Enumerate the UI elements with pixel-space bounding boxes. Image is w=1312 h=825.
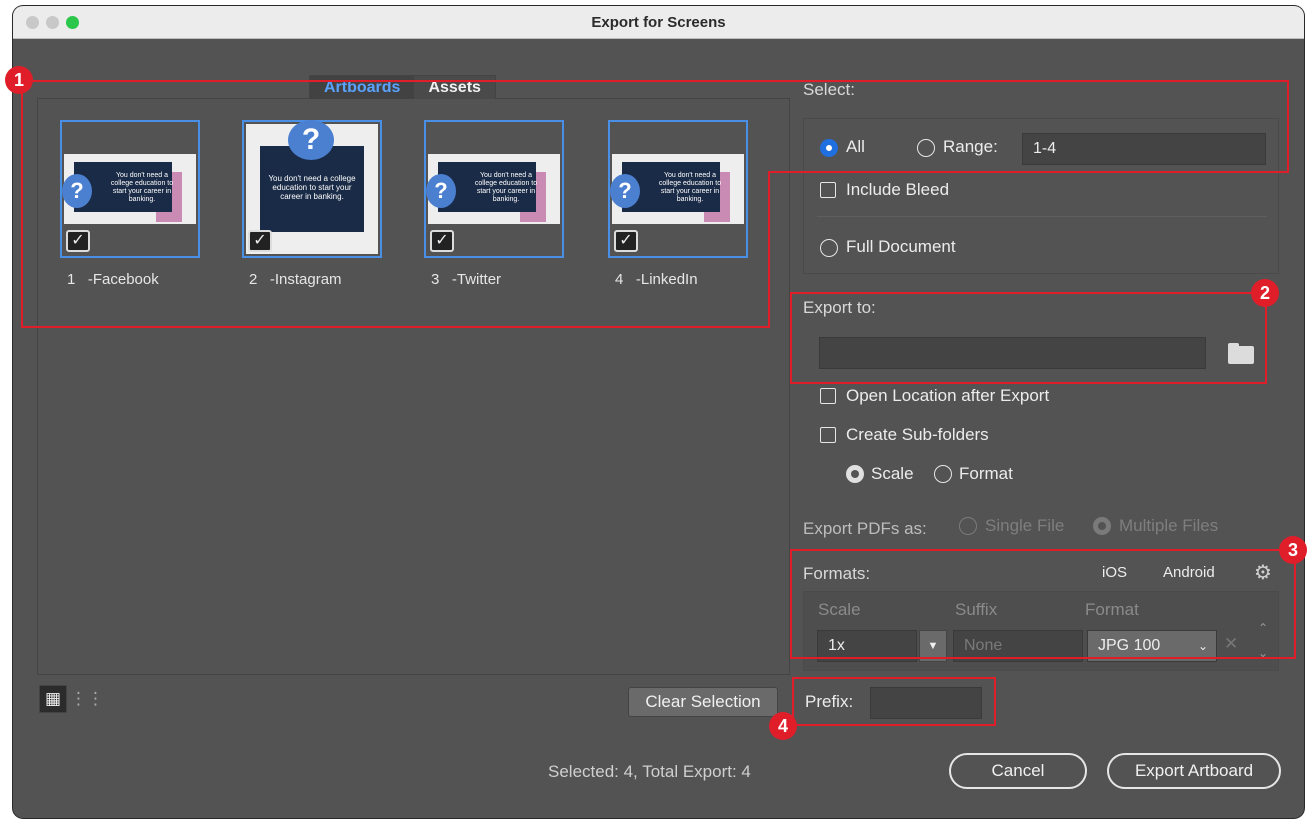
artboard-label-3: 3 -Twitter [431, 271, 502, 288]
multiple-files-label: Multiple Files [1119, 516, 1219, 535]
annotation-badge-2: 2 [1251, 279, 1279, 307]
export-artboard-button[interactable]: Export Artboard [1107, 753, 1281, 789]
export-pdfs-label: Export PDFs as: [803, 519, 927, 538]
subfolder-scale-radio[interactable] [846, 465, 864, 483]
annotation-badge-1: 1 [5, 66, 33, 94]
grid-view-icon[interactable]: ▦ [39, 685, 67, 713]
artboard-checkbox[interactable]: ✓ [66, 230, 90, 252]
list-view-icon[interactable]: ⋮⋮ [69, 685, 104, 713]
annotation-box-3 [790, 549, 1296, 659]
title-bar: Export for Screens [13, 6, 1304, 39]
artboard-checkbox[interactable]: ✓ [430, 230, 454, 252]
create-subfolders-checkbox[interactable] [820, 427, 836, 443]
include-bleed-label: Include Bleed [846, 180, 950, 199]
artboard-label-1: 1 -Facebook [67, 271, 159, 288]
clear-selection-button[interactable]: Clear Selection [628, 687, 778, 717]
open-location-checkbox[interactable] [820, 388, 836, 404]
cancel-button[interactable]: Cancel [949, 753, 1087, 789]
annotation-box-1-step [768, 171, 1289, 173]
include-bleed-checkbox[interactable] [820, 182, 836, 198]
annotation-badge-3: 3 [1279, 536, 1307, 564]
artboard-checkbox[interactable]: ✓ [248, 230, 272, 252]
annotation-box-1-left [21, 80, 23, 328]
subfolder-format-radio[interactable] [934, 465, 952, 483]
full-document-label: Full Document [846, 237, 956, 256]
single-file-radio[interactable] [959, 517, 977, 535]
window-title: Export for Screens [591, 14, 726, 31]
annotation-box-4 [792, 677, 996, 726]
create-subfolders-label: Create Sub-folders [846, 425, 989, 444]
annotation-box-1-top [21, 80, 1289, 173]
open-location-label: Open Location after Export [846, 386, 1050, 405]
selection-status: Selected: 4, Total Export: 4 [548, 762, 751, 781]
subfolder-format-label: Format [959, 464, 1013, 483]
annotation-badge-4: 4 [769, 712, 797, 740]
question-icon: ? [426, 174, 456, 208]
multiple-files-radio[interactable] [1093, 517, 1111, 535]
single-file-label: Single File [985, 516, 1065, 535]
artboard-checkbox[interactable]: ✓ [614, 230, 638, 252]
artboard-label-4: 4 -LinkedIn [615, 271, 698, 288]
question-icon: ? [610, 174, 640, 208]
full-document-radio[interactable] [820, 239, 838, 257]
question-icon: ? [62, 174, 92, 208]
artboard-label-2: 2 -Instagram [249, 271, 342, 288]
annotation-box-1-bottom [21, 326, 770, 328]
annotation-box-2 [790, 292, 1267, 384]
annotation-box-1-inner [768, 171, 770, 328]
divider [817, 216, 1267, 217]
subfolder-scale-label: Scale [871, 464, 914, 483]
